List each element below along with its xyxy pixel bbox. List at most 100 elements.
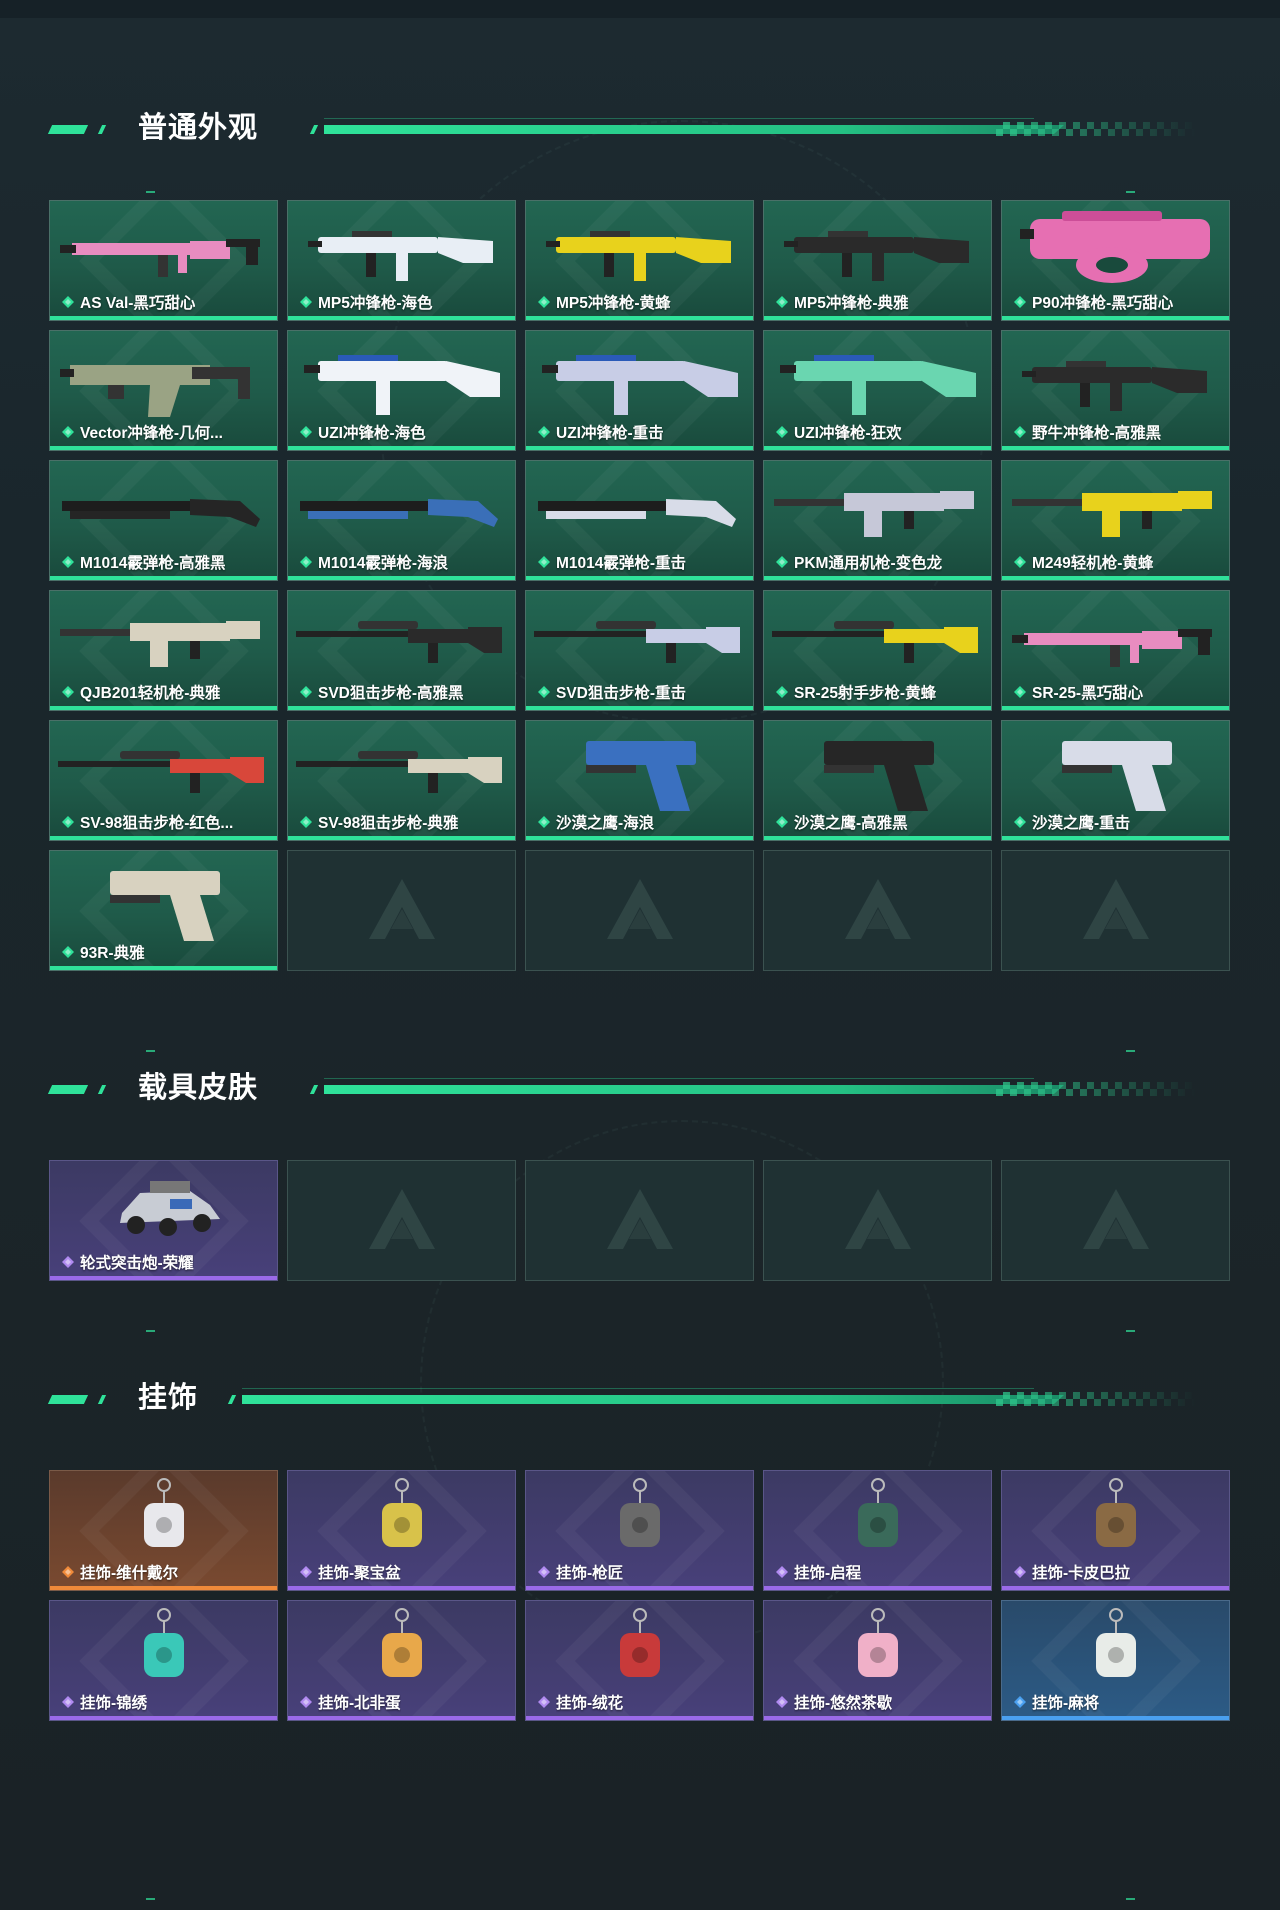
item-name: MP5冲锋枪-黄蜂 [556, 295, 671, 312]
rarity-diamond-icon [300, 556, 312, 568]
rarity-diamond-icon [538, 426, 550, 438]
rarity-diamond-icon [538, 556, 550, 568]
item-label: 野牛冲锋枪-高雅黑 [1014, 421, 1161, 443]
item-card[interactable]: 挂饰-麻将 [1001, 1600, 1230, 1721]
item-card[interactable]: 挂饰-卡皮巴拉 [1001, 1470, 1230, 1591]
item-card[interactable]: UZI冲锋枪-狂欢 [763, 330, 992, 451]
item-card[interactable]: MP5冲锋枪-典雅 [763, 200, 992, 321]
p90-icon [1002, 201, 1229, 297]
item-label: 挂饰-枪匠 [538, 1561, 623, 1583]
item-card[interactable]: 挂饰-聚宝盆 [287, 1470, 516, 1591]
item-card[interactable]: SR-25射手步枪-黄蜂 [763, 590, 992, 711]
item-card[interactable]: Vector冲锋枪-几何... [49, 330, 278, 451]
item-label: SR-25-黑巧甜心 [1014, 681, 1143, 703]
rarity-diamond-icon [776, 1566, 788, 1578]
item-card[interactable]: SR-25-黑巧甜心 [1001, 590, 1230, 711]
rarity-diamond-icon [538, 1696, 550, 1708]
rarity-diamond-icon [62, 816, 74, 828]
rarity-diamond-icon [538, 816, 550, 828]
item-card[interactable]: 93R-典雅 [49, 850, 278, 971]
charm-icon [526, 1601, 753, 1697]
item-card[interactable]: 挂饰-绒花 [525, 1600, 754, 1721]
charm-icon [288, 1601, 515, 1697]
item-card[interactable]: MP5冲锋枪-黄蜂 [525, 200, 754, 321]
item-label: SV-98狙击步枪-红色... [62, 811, 233, 833]
rarity-diamond-icon [62, 556, 74, 568]
header-checker-pattern [996, 1392, 1196, 1406]
rarity-diamond-icon [776, 686, 788, 698]
item-label: 挂饰-维什戴尔 [62, 1561, 178, 1583]
item-card[interactable]: M249轻机枪-黄蜂 [1001, 460, 1230, 581]
item-card[interactable]: 挂饰-北非蛋 [287, 1600, 516, 1721]
item-card[interactable]: 挂饰-悠然茶歇 [763, 1600, 992, 1721]
vehicle-icon [50, 1161, 277, 1257]
item-card[interactable]: SVD狙击步枪-重击 [525, 590, 754, 711]
item-card[interactable]: M1014霰弹枪-海浪 [287, 460, 516, 581]
item-label: 沙漠之鹰-高雅黑 [776, 811, 908, 833]
item-card[interactable]: 野牛冲锋枪-高雅黑 [1001, 330, 1230, 451]
pistol-icon [50, 851, 277, 947]
rarity-diamond-icon [538, 296, 550, 308]
empty-slot [525, 850, 754, 971]
item-card[interactable]: SV-98狙击步枪-典雅 [287, 720, 516, 841]
item-label: 挂饰-北非蛋 [300, 1691, 401, 1713]
header-checker-pattern [996, 1082, 1196, 1096]
item-card[interactable]: UZI冲锋枪-重击 [525, 330, 754, 451]
corner-tick [1126, 1330, 1135, 1332]
item-card[interactable]: SVD狙击步枪-高雅黑 [287, 590, 516, 711]
item-label: 沙漠之鹰-海浪 [538, 811, 654, 833]
item-name: M1014霰弹枪-海浪 [318, 555, 449, 572]
empty-slot [1001, 1160, 1230, 1281]
header-thin-line [324, 1078, 1034, 1079]
empty-slot [525, 1160, 754, 1281]
item-card[interactable]: 挂饰-维什戴尔 [49, 1470, 278, 1591]
item-name: 野牛冲锋枪-高雅黑 [1032, 425, 1162, 442]
item-label: 挂饰-悠然茶歇 [776, 1691, 892, 1713]
pistol-icon [1002, 721, 1229, 817]
item-card[interactable]: UZI冲锋枪-海色 [287, 330, 516, 451]
lmg-icon [1002, 461, 1229, 557]
item-card[interactable]: 轮式突击炮-荣耀 [49, 1160, 278, 1281]
placeholder-logo-icon [365, 875, 439, 943]
item-card[interactable]: M1014霰弹枪-高雅黑 [49, 460, 278, 581]
item-card[interactable]: P90冲锋枪-黑巧甜心 [1001, 200, 1230, 321]
item-card[interactable]: 沙漠之鹰-高雅黑 [763, 720, 992, 841]
item-card[interactable]: 挂饰-枪匠 [525, 1470, 754, 1591]
rarity-diamond-icon [1014, 1696, 1026, 1708]
rarity-diamond-icon [776, 426, 788, 438]
section-header-vehicle-skins: 载具皮肤 [47, 1068, 1200, 1108]
item-card[interactable]: 挂饰-锦绣 [49, 1600, 278, 1721]
placeholder-logo-icon [603, 1185, 677, 1253]
item-card[interactable]: QJB201轻机枪-典雅 [49, 590, 278, 711]
item-name: 挂饰-悠然茶歇 [794, 1695, 893, 1712]
item-card[interactable]: 沙漠之鹰-重击 [1001, 720, 1230, 841]
item-card[interactable]: 沙漠之鹰-海浪 [525, 720, 754, 841]
rarity-diamond-icon [1014, 556, 1026, 568]
item-name: SV-98狙击步枪-红色... [80, 815, 234, 832]
item-label: AS Val-黑巧甜心 [62, 291, 195, 313]
corner-tick [146, 1898, 155, 1900]
smg-icon [764, 201, 991, 297]
item-name: UZI冲锋枪-海色 [318, 425, 426, 442]
item-name: 挂饰-绒花 [556, 1695, 624, 1712]
rarity-diamond-icon [538, 1566, 550, 1578]
item-card[interactable]: M1014霰弹枪-重击 [525, 460, 754, 581]
item-name: M1014霰弹枪-重击 [556, 555, 687, 572]
rarity-diamond-icon [62, 946, 74, 958]
item-card[interactable]: AS Val-黑巧甜心 [49, 200, 278, 321]
rarity-diamond-icon [300, 1566, 312, 1578]
item-card[interactable]: MP5冲锋枪-海色 [287, 200, 516, 321]
header-accent-bar [309, 125, 319, 134]
header-accent-bar [97, 125, 107, 134]
item-label: 轮式突击炮-荣耀 [62, 1251, 194, 1273]
item-card[interactable]: SV-98狙击步枪-红色... [49, 720, 278, 841]
rarity-diamond-icon [62, 686, 74, 698]
item-card[interactable]: PKM通用机枪-变色龙 [763, 460, 992, 581]
header-line [242, 1395, 1064, 1404]
header-accent-bar [227, 1395, 237, 1404]
item-label: SV-98狙击步枪-典雅 [300, 811, 458, 833]
header-accent-bar [309, 1085, 319, 1094]
item-card[interactable]: 挂饰-启程 [763, 1470, 992, 1591]
item-label: SR-25射手步枪-黄蜂 [776, 681, 936, 703]
rarity-diamond-icon [776, 1696, 788, 1708]
